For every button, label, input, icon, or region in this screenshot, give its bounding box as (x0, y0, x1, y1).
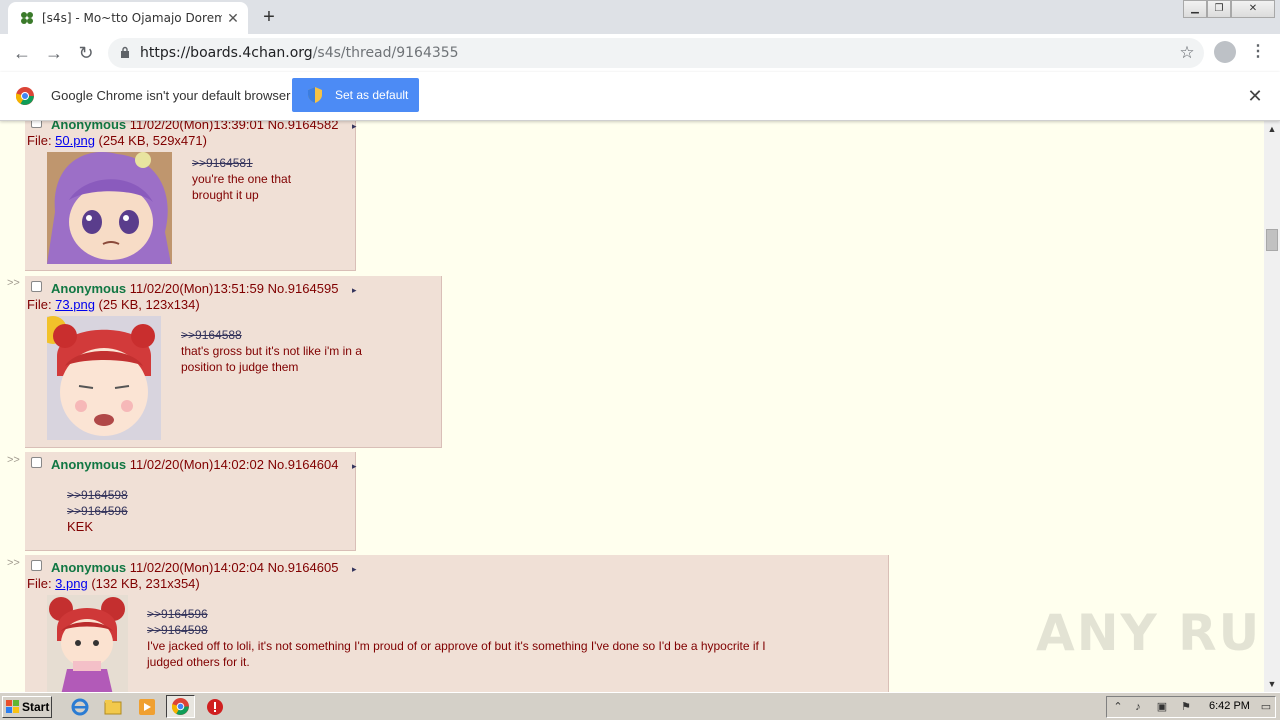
tab-close-icon[interactable]: ✕ (224, 9, 242, 27)
windows-flag-icon (6, 700, 19, 713)
profile-icon[interactable] (1214, 41, 1236, 63)
browser-toolbar: ← → ↻ https://boards.4chan.org/s4s/threa… (0, 34, 1280, 73)
thumbnail-image[interactable] (47, 316, 161, 440)
post-info: Anonymous 11/02/20(Mon)13:39:01 No.91645… (51, 121, 357, 132)
quote-link[interactable]: >>9164588 (181, 327, 362, 343)
quote-link[interactable]: >>9164596 (67, 503, 128, 519)
show-desktop-icon[interactable]: ▭ (1259, 700, 1273, 714)
quote-link[interactable]: >>9164596 (147, 606, 766, 622)
set-as-default-label: Set as default (335, 88, 409, 102)
post-datetime: 11/02/20(Mon)13:39:01 (129, 121, 264, 132)
tray-expand-icon[interactable]: ⌃ (1111, 700, 1125, 714)
volume-icon[interactable]: ♪ (1131, 700, 1145, 714)
side-arrows: >> (7, 454, 20, 466)
quote-link[interactable]: >>9164598 (147, 622, 766, 638)
file-info: File: 50.png (254 KB, 529x471) (27, 133, 207, 148)
file-info: File: 3.png (132 KB, 231x354) (27, 576, 200, 591)
thumbnail-image[interactable] (47, 152, 172, 264)
file-link[interactable]: 50.png (55, 133, 95, 148)
chrome-icon (172, 698, 189, 715)
poster-name: Anonymous (51, 281, 127, 296)
watermark: ANY RUN (1036, 604, 1280, 662)
default-browser-infobar: Google Chrome isn't your default browser… (0, 72, 1280, 121)
address-bar[interactable]: https://boards.4chan.org/s4s/thread/9164… (108, 38, 1204, 68)
post-number[interactable]: No.9164595 (268, 281, 339, 296)
windows-taskbar: Start ⌃ ♪ ▣ ⚑ 6:42 PM ▭ (0, 692, 1280, 720)
minimize-icon[interactable]: ▁ (1183, 0, 1207, 18)
post-menu-arrow-icon[interactable]: ▸ (352, 461, 357, 471)
post-menu-arrow-icon[interactable]: ▸ (352, 121, 357, 131)
system-tray: ⌃ ♪ ▣ ⚑ 6:42 PM ▭ (1106, 696, 1276, 718)
scroll-down-arrow-icon[interactable]: ▼ (1264, 676, 1280, 692)
reload-icon[interactable]: ↻ (74, 41, 98, 65)
chrome-taskbar-button[interactable] (166, 695, 195, 718)
post-message: >>9164588 that's gross but it's not like… (181, 327, 362, 374)
chrome-logo-icon (16, 87, 34, 105)
file-info: File: 73.png (25 KB, 123x134) (27, 297, 200, 312)
folder-icon[interactable] (103, 697, 123, 717)
post-checkbox[interactable] (31, 457, 42, 468)
post-datetime: 11/02/20(Mon)13:51:59 (129, 281, 264, 296)
post-reply: Anonymous 11/02/20(Mon)13:51:59 No.91645… (25, 276, 442, 448)
post-checkbox[interactable] (31, 281, 42, 292)
post-number[interactable]: No.9164605 (268, 560, 339, 575)
post-reply: Anonymous 11/02/20(Mon)13:39:01 No.91645… (25, 121, 357, 271)
star-icon[interactable]: ☆ (1176, 42, 1198, 64)
post-menu-arrow-icon[interactable]: ▸ (352, 285, 357, 295)
quote-link[interactable]: >>9164598 (67, 487, 128, 503)
post-info: Anonymous 11/02/20(Mon)13:51:59 No.91645… (51, 281, 357, 296)
side-arrows: >> (7, 277, 20, 289)
scrollbar-thumb[interactable] (1266, 229, 1278, 251)
thumbnail-image[interactable] (47, 595, 128, 692)
file-link[interactable]: 73.png (55, 297, 95, 312)
poster-name: Anonymous (51, 457, 127, 472)
media-player-icon[interactable] (137, 697, 157, 717)
post-datetime: 11/02/20(Mon)14:02:04 (129, 560, 264, 575)
post-datetime: 11/02/20(Mon)14:02:02 (129, 457, 264, 472)
post-checkbox[interactable] (31, 121, 42, 128)
start-label: Start (22, 700, 50, 714)
kebab-menu-icon[interactable]: ⋮ (1248, 41, 1268, 63)
post-menu-arrow-icon[interactable]: ▸ (352, 564, 357, 574)
forward-arrow-icon[interactable]: → (42, 41, 66, 65)
window-close-icon[interactable]: ✕ (1231, 0, 1275, 18)
network-icon[interactable]: ▣ (1155, 700, 1169, 714)
post-info: Anonymous 11/02/20(Mon)14:02:02 No.91646… (51, 457, 357, 472)
stop-sign-icon[interactable] (205, 697, 225, 717)
file-link[interactable]: 3.png (55, 576, 88, 591)
poster-name: Anonymous (51, 560, 127, 575)
action-center-flag-icon[interactable]: ⚑ (1179, 700, 1193, 714)
scroll-up-arrow-icon[interactable]: ▲ (1264, 121, 1280, 137)
maximize-icon[interactable]: ❐ (1207, 0, 1231, 18)
clover-icon (21, 12, 33, 24)
post-reply: Anonymous 11/02/20(Mon)14:02:02 No.91646… (25, 452, 357, 551)
post-checkbox[interactable] (31, 560, 42, 571)
start-button[interactable]: Start (2, 696, 52, 718)
poster-name: Anonymous (51, 121, 127, 132)
infobar-message: Google Chrome isn't your default browser (51, 88, 291, 103)
set-as-default-button[interactable]: Set as default (292, 78, 419, 112)
post-info: Anonymous 11/02/20(Mon)14:02:04 No.91646… (51, 560, 357, 575)
post-number[interactable]: No.9164604 (268, 457, 339, 472)
side-arrows: >> (7, 557, 20, 569)
side-arrows: >> (7, 121, 20, 125)
vertical-scrollbar[interactable]: ▲ ▼ (1264, 121, 1280, 692)
back-arrow-icon[interactable]: ← (10, 41, 34, 65)
url-text: https://boards.4chan.org/s4s/thread/9164… (140, 45, 459, 61)
taskbar-clock: 6:42 PM (1209, 700, 1250, 712)
post-message: >>9164581 you're the one that brought it… (192, 155, 292, 202)
infobar-close-icon[interactable]: ✕ (1244, 85, 1266, 107)
internet-explorer-icon[interactable] (70, 697, 90, 717)
post-message: >>9164598 >>9164596 KEK (67, 487, 128, 534)
post-message: >>9164596 >>9164598 I've jacked off to l… (147, 606, 766, 669)
post-number[interactable]: No.9164582 (268, 121, 339, 132)
post-reply: Anonymous 11/02/20(Mon)14:02:04 No.91646… (25, 555, 889, 692)
browser-tab[interactable]: [s4s] - Mo~tto Ojamajo Doremi Ep. 36 ✕ (8, 2, 248, 34)
new-tab-icon[interactable]: + (258, 6, 280, 28)
tab-title: [s4s] - Mo~tto Ojamajo Doremi Ep. 36 (42, 11, 222, 25)
quote-link[interactable]: >>9164581 (192, 155, 291, 171)
lock-icon (121, 46, 129, 58)
tab-strip: [s4s] - Mo~tto Ojamajo Doremi Ep. 36 ✕ +… (0, 0, 1280, 34)
shield-icon (308, 87, 322, 103)
